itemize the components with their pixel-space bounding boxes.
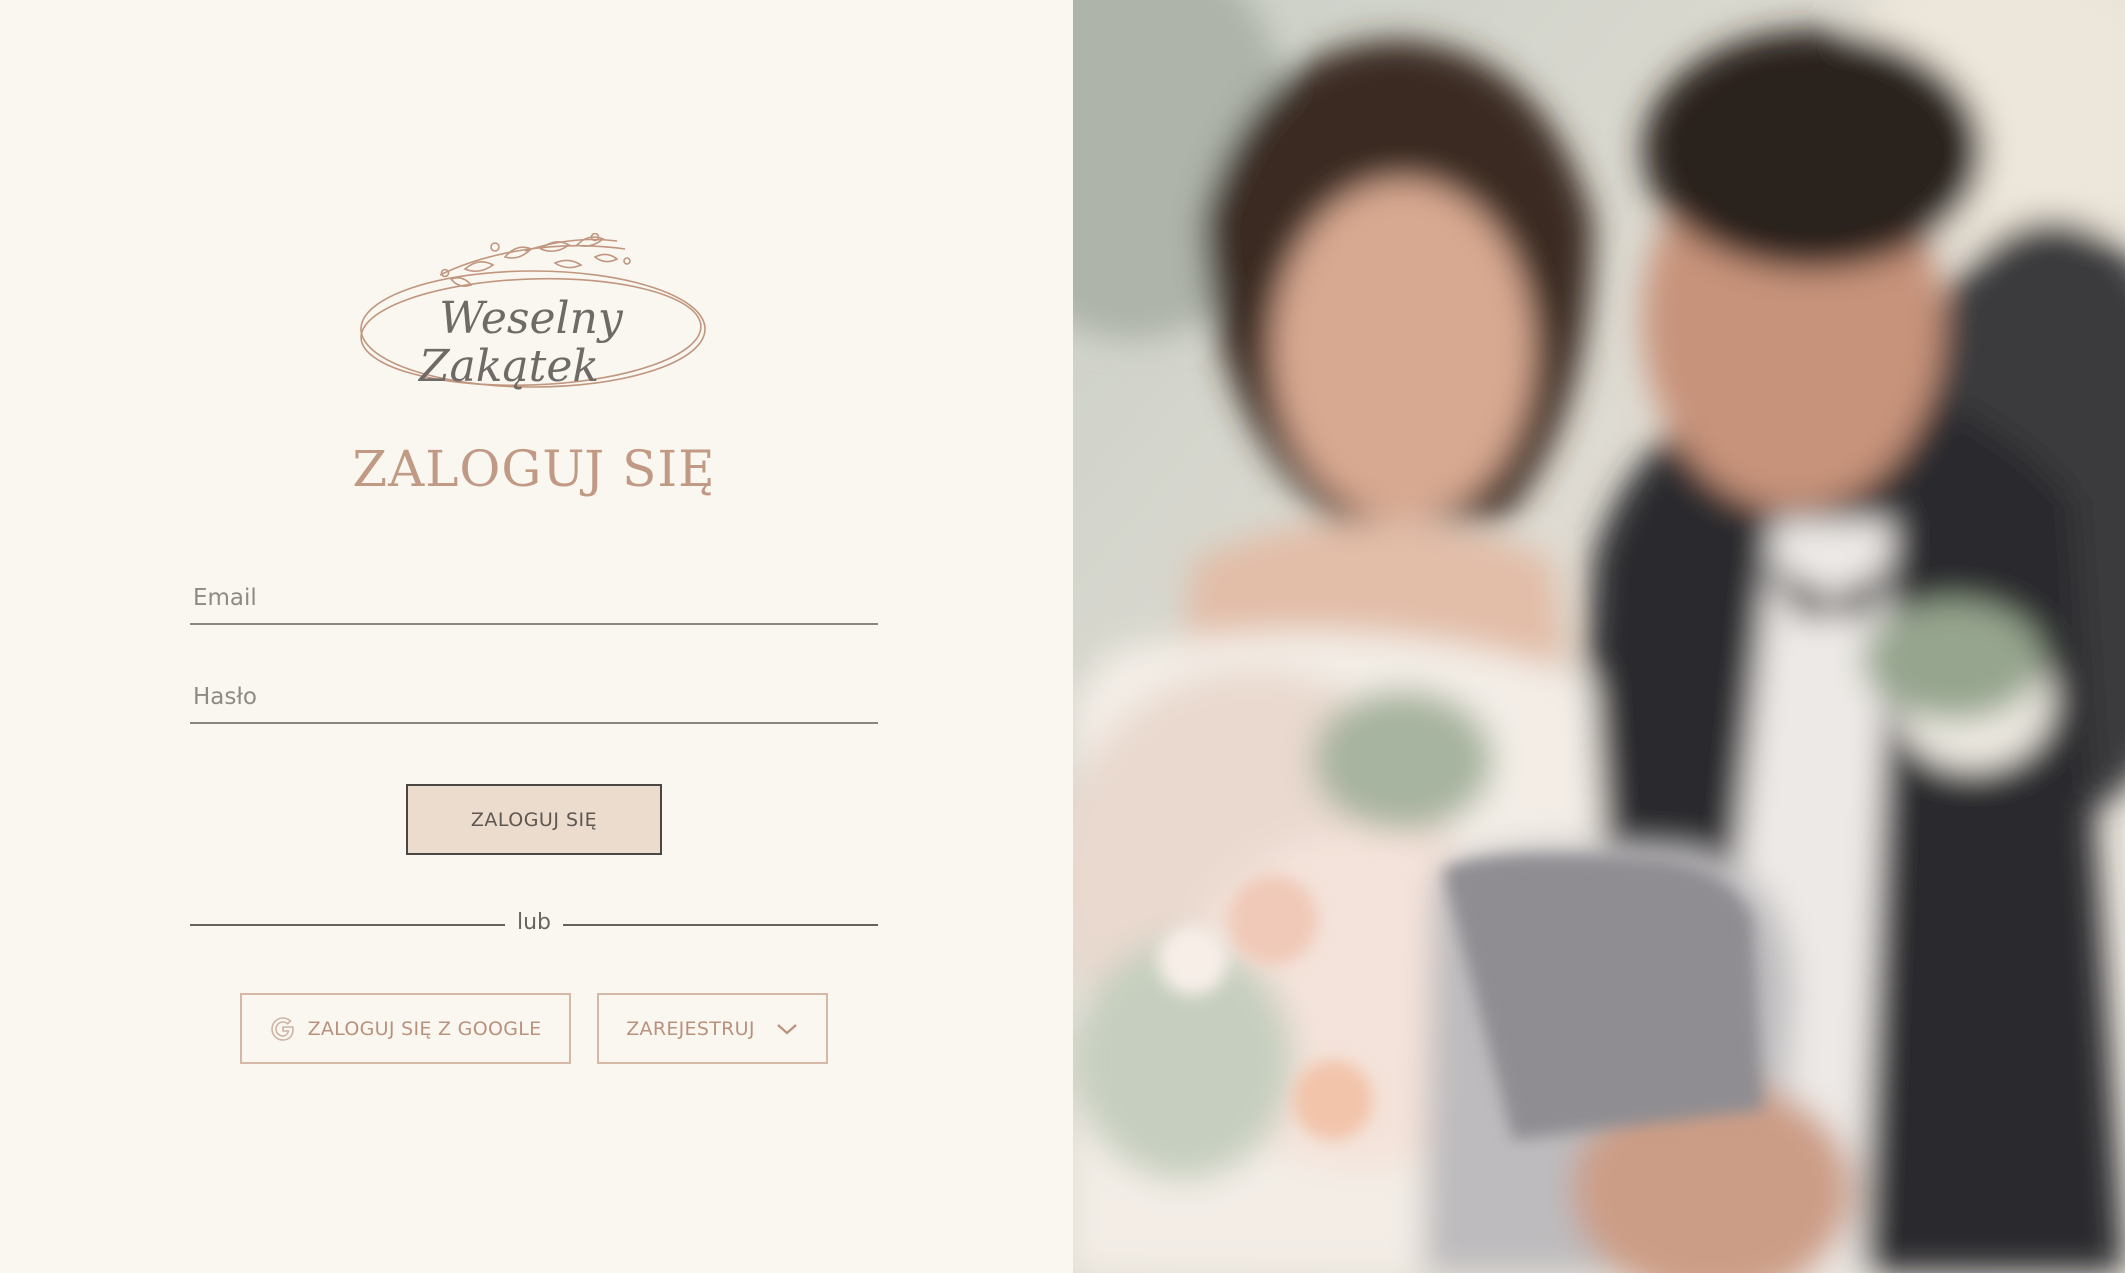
- email-field-wrapper: [190, 573, 878, 625]
- register-button[interactable]: ZAREJESTRUJ: [597, 993, 828, 1064]
- password-input[interactable]: [190, 672, 878, 722]
- google-icon: [270, 1016, 296, 1042]
- svg-text:Weselny: Weselny: [439, 293, 624, 344]
- login-button[interactable]: ZALOGUJ SIĘ: [406, 784, 662, 855]
- email-input[interactable]: [190, 573, 878, 623]
- register-label: ZAREJESTRUJ: [626, 1017, 755, 1040]
- google-login-button[interactable]: ZALOGUJ SIĘ Z GOOGLE: [240, 993, 571, 1064]
- brand-logo: Weselny Zakątek: [355, 232, 711, 395]
- divider-text: lub: [516, 910, 552, 935]
- chevron-down-icon: [775, 1021, 799, 1037]
- google-login-label: ZALOGUJ SIĘ Z GOOGLE: [307, 1017, 542, 1040]
- divider-line-right: [563, 924, 878, 926]
- login-panel: Weselny Zakątek ZALOGUJ SIĘ ZALOGUJ SIĘ …: [0, 0, 1073, 1273]
- svg-text:Zakątek: Zakątek: [417, 341, 599, 392]
- or-divider: lub: [190, 910, 878, 940]
- divider-line-left: [190, 924, 505, 926]
- password-field-wrapper: [190, 672, 878, 724]
- page-title: ZALOGUJ SIĘ: [352, 440, 716, 498]
- hero-photo: [1073, 0, 2125, 1273]
